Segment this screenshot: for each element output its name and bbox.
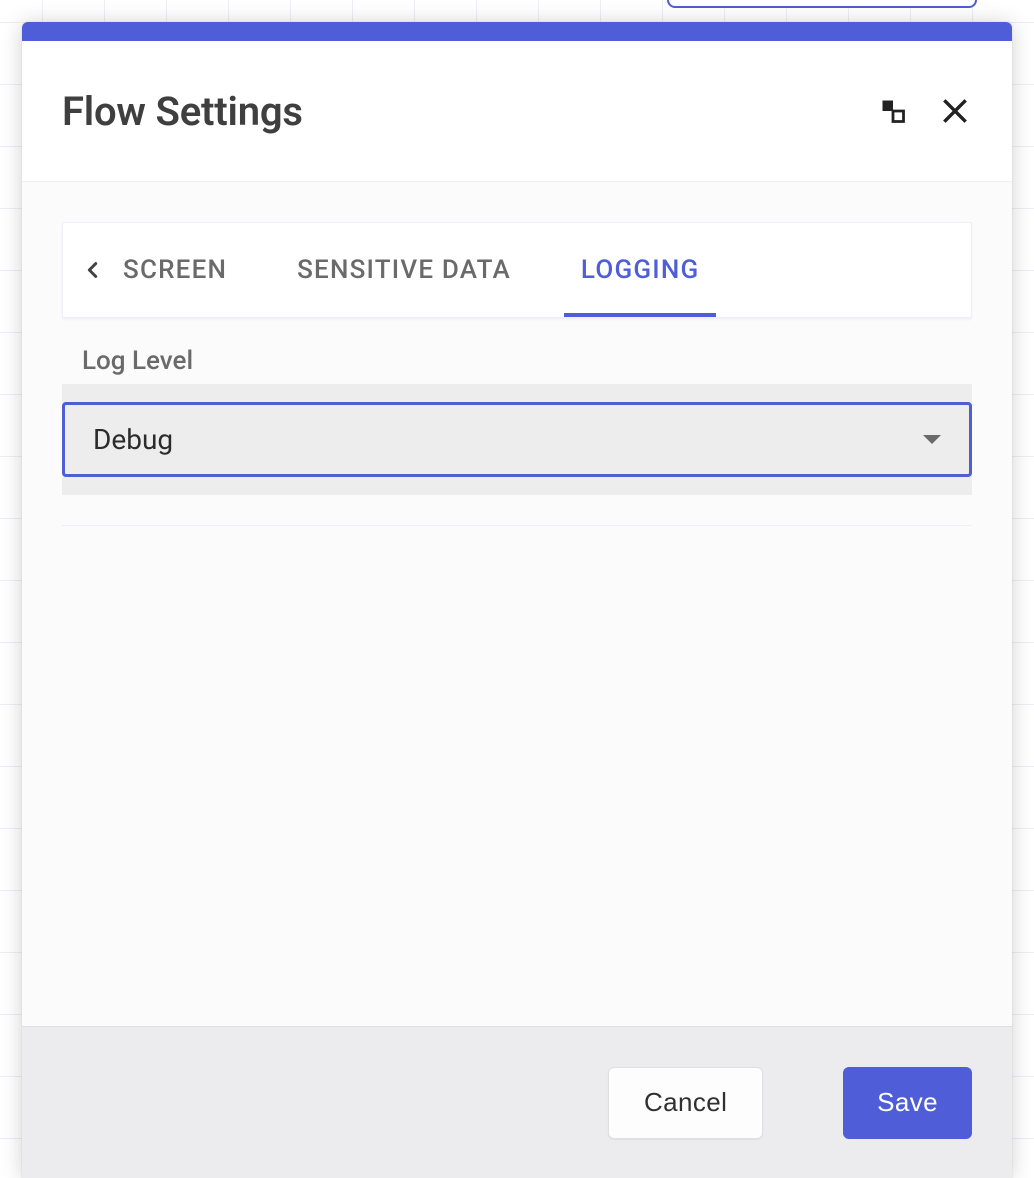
chevron-down-icon (923, 435, 941, 444)
background-pill (667, 0, 977, 8)
close-icon[interactable] (938, 94, 972, 128)
tab-label: LOGGING (581, 255, 699, 285)
modal-footer: Cancel Save (22, 1026, 1012, 1178)
flow-settings-modal: Flow Settings (22, 22, 1012, 1178)
tabs-scroll-left-icon[interactable] (63, 223, 123, 317)
tab-label: SENSITIVE DATA (297, 255, 511, 285)
modal-body: SCREEN SENSITIVE DATA LOGGING Log Level … (22, 182, 1012, 1026)
log-level-field: Log Level Debug (62, 346, 972, 526)
log-level-value: Debug (93, 423, 173, 456)
modal-title: Flow Settings (62, 88, 303, 135)
minimize-icon[interactable] (876, 94, 910, 128)
log-level-label: Log Level (82, 346, 972, 376)
log-level-select-wrap: Debug (62, 384, 972, 495)
modal-header: Flow Settings (22, 41, 1012, 182)
cancel-button[interactable]: Cancel (608, 1067, 763, 1139)
header-actions (876, 94, 972, 128)
log-level-select[interactable]: Debug (62, 402, 972, 477)
save-button[interactable]: Save (843, 1067, 972, 1139)
modal-accent-bar (22, 22, 1012, 41)
tab-screen[interactable]: SCREEN (123, 223, 262, 317)
tab-label: SCREEN (123, 255, 227, 285)
tab-sensitive-data[interactable]: SENSITIVE DATA (262, 223, 546, 317)
tab-bar: SCREEN SENSITIVE DATA LOGGING (62, 222, 972, 318)
tab-logging[interactable]: LOGGING (546, 223, 734, 317)
tab-strip: SCREEN SENSITIVE DATA LOGGING (123, 223, 971, 317)
